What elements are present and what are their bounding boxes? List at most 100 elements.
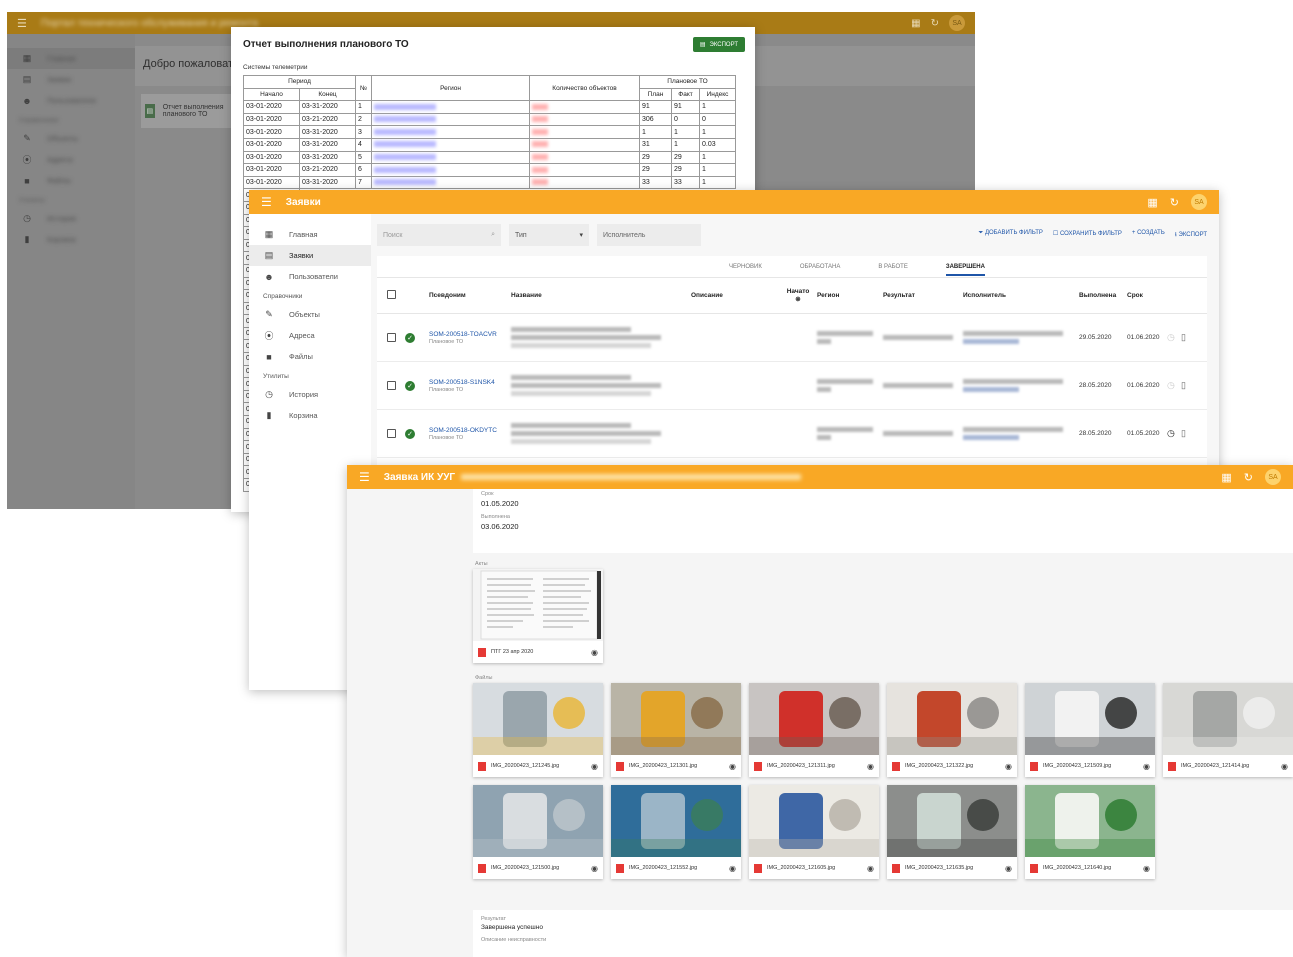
eye-icon[interactable]: ◉	[867, 864, 874, 873]
refresh-icon[interactable]: ↻	[931, 18, 939, 29]
check-circle-icon: ✓	[405, 380, 415, 391]
sidebar-item-requests[interactable]: ▤ Заявки	[7, 69, 135, 90]
detail-title: Заявка ИК УУГ	[383, 471, 456, 483]
file-card[interactable]: IMG_20200423_121605.jpg ◉	[749, 785, 879, 879]
apps-icon[interactable]: ▦	[911, 18, 920, 29]
sidebar-item-files[interactable]: ■ Файлы	[7, 170, 135, 191]
sidebar-item-addresses[interactable]: ⦿ Адреса	[7, 149, 135, 170]
attachment-icon[interactable]: ▯	[1181, 380, 1193, 391]
file-card[interactable]: IMG_20200423_121311.jpg ◉	[749, 683, 879, 777]
table-row[interactable]: ✓ SOM-200518-S1NSK4 Плановое ТО 28.05.2020 0…	[377, 362, 1207, 410]
save-filter-button[interactable]: ☐ СОХРАНИТЬ ФИЛЬТР	[1053, 230, 1122, 240]
file-card[interactable]: IMG_20200423_121509.jpg ◉	[1025, 683, 1155, 777]
file-card[interactable]: IMG_20200423_121552.jpg ◉	[611, 785, 741, 879]
sidebar-item-home[interactable]: ▦ Главная	[7, 48, 135, 69]
eye-icon[interactable]: ◉	[729, 762, 736, 771]
cell-fact: 29	[671, 150, 700, 165]
sidebar-item-objects[interactable]: ✎ Объекты	[7, 128, 135, 149]
export-button[interactable]: ▤ ЭКСПОРТ	[692, 37, 745, 52]
timer-icon[interactable]: ◷	[1167, 380, 1181, 391]
eye-icon[interactable]: ◉	[591, 648, 598, 657]
eye-icon[interactable]: ◉	[1143, 864, 1150, 873]
request-kind: Плановое ТО	[429, 434, 464, 441]
cell-start: 03-01-2020	[243, 163, 300, 177]
request-alias-link[interactable]: SOM-200518-TOACVR	[429, 331, 511, 338]
sidebar-item-history[interactable]: ◷ История	[249, 384, 371, 405]
users-icon: ☻	[264, 271, 274, 282]
avatar[interactable]: SA	[1191, 194, 1207, 210]
file-card[interactable]: IMG_20200423_121640.jpg ◉	[1025, 785, 1155, 879]
result-value: Завершена успешно	[481, 924, 543, 931]
sidebar-item-trash[interactable]: ▮ Корзина	[249, 405, 371, 426]
tab-completed[interactable]: ЗАВЕРШЕНА	[945, 264, 985, 276]
export-button[interactable]: ⭳ ЭКСПОРТ	[1175, 230, 1207, 240]
eye-icon[interactable]: ◉	[729, 864, 736, 873]
create-button[interactable]: + СОЗДАТЬ	[1132, 230, 1165, 240]
sidebar-item-files[interactable]: ■ Файлы	[249, 346, 371, 367]
tab-processed[interactable]: ОБРАБОТАНА	[800, 264, 841, 270]
file-card[interactable]: IMG_20200423_121414.jpg ◉	[1163, 683, 1293, 777]
cell-num: 3	[355, 125, 372, 139]
search-input[interactable]: Поиск ⌕	[377, 224, 501, 246]
table-row[interactable]: ✓ SOM-200518-TOACVR Плановое ТО 29.05.2020 0…	[377, 314, 1207, 362]
act-card[interactable]: ПТГ 23 апр 2020 ◉	[473, 569, 603, 663]
executor-input[interactable]: Исполнитель	[597, 224, 701, 246]
request-alias-link[interactable]: SOM-200518-S1NSK4	[429, 379, 511, 386]
apps-icon[interactable]: ▦	[1147, 196, 1157, 209]
sidebar-item-requests[interactable]: ▤ Заявки	[249, 245, 371, 266]
eye-icon[interactable]: ◉	[591, 762, 598, 771]
cell-region	[371, 112, 530, 127]
tab-in-progress[interactable]: В РАБОТЕ	[878, 264, 907, 270]
add-filter-button[interactable]: ⏷ ДОБАВИТЬ ФИЛЬТР	[978, 230, 1042, 240]
eye-icon[interactable]: ◉	[867, 762, 874, 771]
eye-icon[interactable]: ◉	[1005, 762, 1012, 771]
file-card[interactable]: IMG_20200423_121245.jpg ◉	[473, 683, 603, 777]
apps-icon[interactable]: ▦	[1221, 471, 1231, 484]
type-select[interactable]: Тип ▾	[509, 224, 589, 246]
photo-thumbnail	[611, 683, 741, 755]
file-card[interactable]: IMG_20200423_121635.jpg ◉	[887, 785, 1017, 879]
sidebar-item-objects[interactable]: ✎ Объекты	[249, 304, 371, 325]
due-label: Срок	[481, 491, 494, 497]
sidebar-item-trash[interactable]: ▮ Корзина	[7, 229, 135, 250]
eye-icon[interactable]: ◉	[1005, 864, 1012, 873]
sidebar-item-users[interactable]: ☻ Пользователи	[249, 266, 371, 287]
attachment-icon[interactable]: ▯	[1181, 332, 1193, 343]
table-row[interactable]: ✓ SOM-200518-OKDYTC Плановое ТО 28.05.2020 0…	[377, 410, 1207, 458]
row-checkbox[interactable]	[387, 429, 396, 438]
sidebar-item-users[interactable]: ☻ Пользователи	[7, 90, 135, 111]
timer-icon[interactable]: ◷	[1167, 332, 1181, 343]
menu-icon[interactable]: ☰	[359, 470, 370, 484]
sidebar-item-history[interactable]: ◷ История	[7, 208, 135, 229]
file-card[interactable]: IMG_20200423_121301.jpg ◉	[611, 683, 741, 777]
file-card[interactable]: IMG_20200423_121322.jpg ◉	[887, 683, 1017, 777]
request-alias-link[interactable]: SOM-200518-OKDYTC	[429, 427, 511, 434]
photo-thumbnail	[473, 683, 603, 755]
photo-thumbnail	[1163, 683, 1293, 755]
refresh-icon[interactable]: ↻	[1244, 471, 1253, 484]
menu-icon[interactable]: ☰	[261, 195, 272, 209]
timer-icon[interactable]: ◷	[1167, 428, 1181, 439]
avatar[interactable]: SA	[949, 15, 965, 31]
sidebar-item-addresses[interactable]: ⦿ Адреса	[249, 325, 371, 346]
eye-icon[interactable]: ◉	[1143, 762, 1150, 771]
eye-icon[interactable]: ◉	[591, 864, 598, 873]
menu-icon[interactable]: ☰	[17, 17, 27, 30]
refresh-icon[interactable]: ↻	[1170, 196, 1179, 209]
cell-plan: 29	[639, 163, 672, 177]
file-card[interactable]: IMG_20200423_121500.jpg ◉	[473, 785, 603, 879]
report-card[interactable]: ▤ Отчет выполнения планового ТО	[141, 94, 241, 128]
report-row: 03-01-2020 03-21-2020 2 306 0 0	[243, 112, 736, 127]
col-started[interactable]: Начато ⊗	[779, 288, 817, 303]
row-checkbox[interactable]	[387, 333, 396, 342]
cell-objects	[529, 112, 640, 127]
sidebar-item-label: Пользователи	[289, 272, 338, 281]
row-checkbox[interactable]	[387, 381, 396, 390]
request-result	[883, 428, 963, 439]
sidebar-item-home[interactable]: ▦ Главная	[249, 224, 371, 245]
avatar[interactable]: SA	[1265, 469, 1281, 485]
tab-draft[interactable]: ЧЕРНОВИК	[729, 264, 762, 270]
eye-icon[interactable]: ◉	[1281, 762, 1288, 771]
attachment-icon[interactable]: ▯	[1181, 428, 1193, 439]
select-all-checkbox[interactable]	[387, 290, 396, 299]
